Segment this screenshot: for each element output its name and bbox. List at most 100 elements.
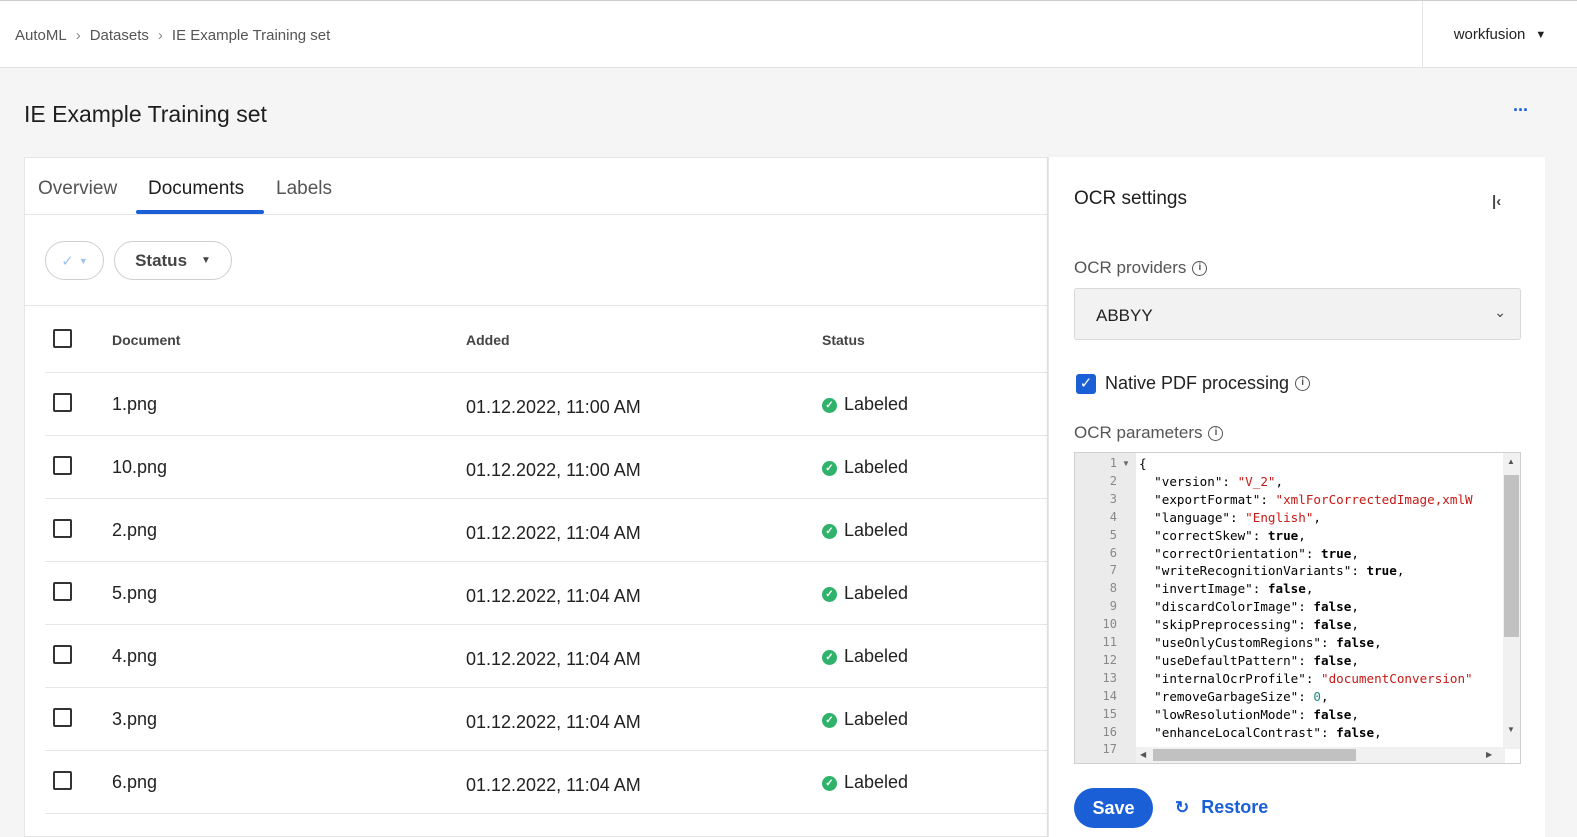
check-circle-icon: ✓ <box>822 398 837 413</box>
document-name[interactable]: 3.png <box>112 709 157 730</box>
info-icon[interactable]: i <box>1192 260 1208 276</box>
status-filter-button[interactable]: Status ▼ <box>114 241 232 280</box>
check-circle-icon: ✓ <box>822 461 837 476</box>
code-line: { <box>1139 456 1147 471</box>
row-checkbox[interactable] <box>53 582 72 601</box>
tab-bar: Overview Documents Labels <box>25 158 1047 215</box>
table-row[interactable]: 1.png 01.12.2022, 11:00 AM ✓ Labeled <box>45 373 1049 436</box>
scroll-up-icon[interactable]: ▲ <box>1507 457 1515 466</box>
scroll-right-icon[interactable]: ▶ <box>1486 750 1492 759</box>
table-row[interactable]: 2.png 01.12.2022, 11:04 AM ✓ Labeled <box>45 499 1049 562</box>
info-icon[interactable]: i <box>1208 425 1224 441</box>
collapse-panel-icon[interactable]: |‹ <box>1492 193 1501 210</box>
more-options-icon[interactable]: ··· <box>1513 100 1529 121</box>
row-checkbox[interactable] <box>53 771 72 790</box>
code-line: "useOnlyCustomRegions": false, <box>1154 635 1382 650</box>
user-menu[interactable]: workfusion ▼ <box>1422 1 1577 68</box>
breadcrumb: AutoML › Datasets › IE Example Training … <box>15 27 330 44</box>
line-number: 9 <box>1109 599 1117 614</box>
status-filter-label: Status <box>135 250 188 270</box>
check-circle-icon: ✓ <box>822 587 837 602</box>
chevron-right-icon: › <box>75 27 81 44</box>
line-number: 1 <box>1109 456 1117 470</box>
line-number: 10 <box>1102 617 1117 632</box>
added-date: 01.12.2022, 11:04 AM <box>466 586 641 606</box>
active-tab-indicator <box>136 210 264 214</box>
table-row[interactable]: 5.png 01.12.2022, 11:04 AM ✓ Labeled <box>45 562 1049 625</box>
documents-card: Overview Documents Labels ✓ ▼ Status ▼ D… <box>24 157 1049 837</box>
table-header: Document Added Status <box>45 307 1049 373</box>
code-line: "useDefaultPattern": false, <box>1154 652 1359 668</box>
code-line: "invertImage": false, <box>1154 581 1314 597</box>
info-icon[interactable]: i <box>1295 376 1311 391</box>
select-all-checkbox[interactable] <box>53 329 72 348</box>
selection-filter-button[interactable]: ✓ ▼ <box>45 241 104 280</box>
user-name: workfusion <box>1453 26 1526 43</box>
document-name[interactable]: 2.png <box>112 520 157 541</box>
status-label: Labeled <box>844 520 909 540</box>
table-row[interactable]: 6.png 01.12.2022, 11:04 AM ✓ Labeled <box>45 751 1049 814</box>
tab-overview[interactable]: Overview <box>38 178 117 200</box>
line-number: 7 <box>1109 563 1117 578</box>
table-row[interactable]: 10.png 01.12.2022, 11:00 AM ✓ Labeled <box>45 436 1049 499</box>
code-line: "internalOcrProfile": "documentConversio… <box>1154 670 1473 686</box>
row-checkbox[interactable] <box>53 519 72 538</box>
column-document: Document <box>112 332 181 348</box>
vertical-scroll-thumb[interactable] <box>1504 475 1519 637</box>
added-date: 01.12.2022, 11:04 AM <box>466 523 641 543</box>
line-number: 16 <box>1102 724 1117 739</box>
column-status: Status <box>822 332 865 348</box>
table-row[interactable]: 4.png 01.12.2022, 11:04 AM ✓ Labeled <box>45 625 1049 688</box>
added-date: 01.12.2022, 11:04 AM <box>466 712 641 732</box>
ocr-parameters-editor[interactable]: 1 ▼ 2 3 4 5 6 7 8 9 10 11 12 13 14 15 16 17 { "version": … <box>1074 452 1521 764</box>
breadcrumb-datasets[interactable]: Datasets <box>90 27 149 44</box>
check-circle-icon: ✓ <box>822 713 837 728</box>
ocr-settings-panel: OCR settings |‹ OCR providers i ABBYY ⌄ … <box>1048 157 1545 837</box>
row-checkbox[interactable] <box>53 456 72 475</box>
document-name[interactable]: 6.png <box>112 772 157 793</box>
save-button[interactable]: Save <box>1074 788 1153 828</box>
horizontal-scroll-thumb[interactable] <box>1153 749 1356 761</box>
line-number: 6 <box>1109 545 1117 560</box>
line-number: 12 <box>1102 652 1117 667</box>
horizontal-scrollbar[interactable]: ◀ ▶ <box>1136 747 1505 763</box>
row-checkbox[interactable] <box>53 393 72 412</box>
line-number: 14 <box>1102 688 1117 703</box>
native-pdf-checkbox[interactable]: ✓ <box>1076 373 1096 394</box>
status-label: Labeled <box>844 709 909 729</box>
restore-button[interactable]: ↻ Restore <box>1175 797 1268 818</box>
document-name[interactable]: 10.png <box>112 457 167 478</box>
native-pdf-option: ✓ Native PDF processing i <box>1076 373 1311 394</box>
line-number: 13 <box>1102 670 1117 685</box>
panel-title: OCR settings <box>1074 188 1187 209</box>
line-number: 5 <box>1109 527 1117 542</box>
tab-labels[interactable]: Labels <box>276 178 332 200</box>
check-circle-icon: ✓ <box>822 650 837 665</box>
fold-caret-icon[interactable]: ▼ <box>1122 459 1130 468</box>
line-number: 3 <box>1109 491 1117 506</box>
scroll-left-icon[interactable]: ◀ <box>1140 750 1146 759</box>
row-checkbox[interactable] <box>53 708 72 727</box>
line-number: 2 <box>1109 473 1117 488</box>
chevron-right-icon: › <box>157 27 163 44</box>
document-name[interactable]: 4.png <box>112 646 157 667</box>
chevron-down-icon: ⌄ <box>1494 304 1506 320</box>
vertical-scrollbar[interactable]: ▲ ▼ <box>1503 453 1520 749</box>
row-checkbox[interactable] <box>53 645 72 664</box>
code-line: "enhanceLocalContrast": false, <box>1154 724 1382 740</box>
status-label: Labeled <box>844 583 909 603</box>
caret-down-icon: ▼ <box>78 255 88 266</box>
tab-documents[interactable]: Documents <box>148 178 244 200</box>
scroll-down-icon[interactable]: ▼ <box>1507 725 1515 734</box>
breadcrumb-automl[interactable]: AutoML <box>15 27 67 44</box>
table-row[interactable]: 3.png 01.12.2022, 11:04 AM ✓ Labeled <box>45 688 1049 751</box>
document-name[interactable]: 5.png <box>112 583 157 604</box>
breadcrumb-current: IE Example Training set <box>171 27 331 44</box>
code-line: "version": "V_2", <box>1154 473 1284 489</box>
ocr-provider-select[interactable]: ABBYY ⌄ <box>1074 288 1521 340</box>
status-label: Labeled <box>844 772 909 792</box>
ocr-parameters-text: OCR parameters <box>1074 423 1203 442</box>
code-line: "correctOrientation": true, <box>1154 545 1359 561</box>
line-number: 15 <box>1102 706 1117 721</box>
document-name[interactable]: 1.png <box>112 394 157 415</box>
